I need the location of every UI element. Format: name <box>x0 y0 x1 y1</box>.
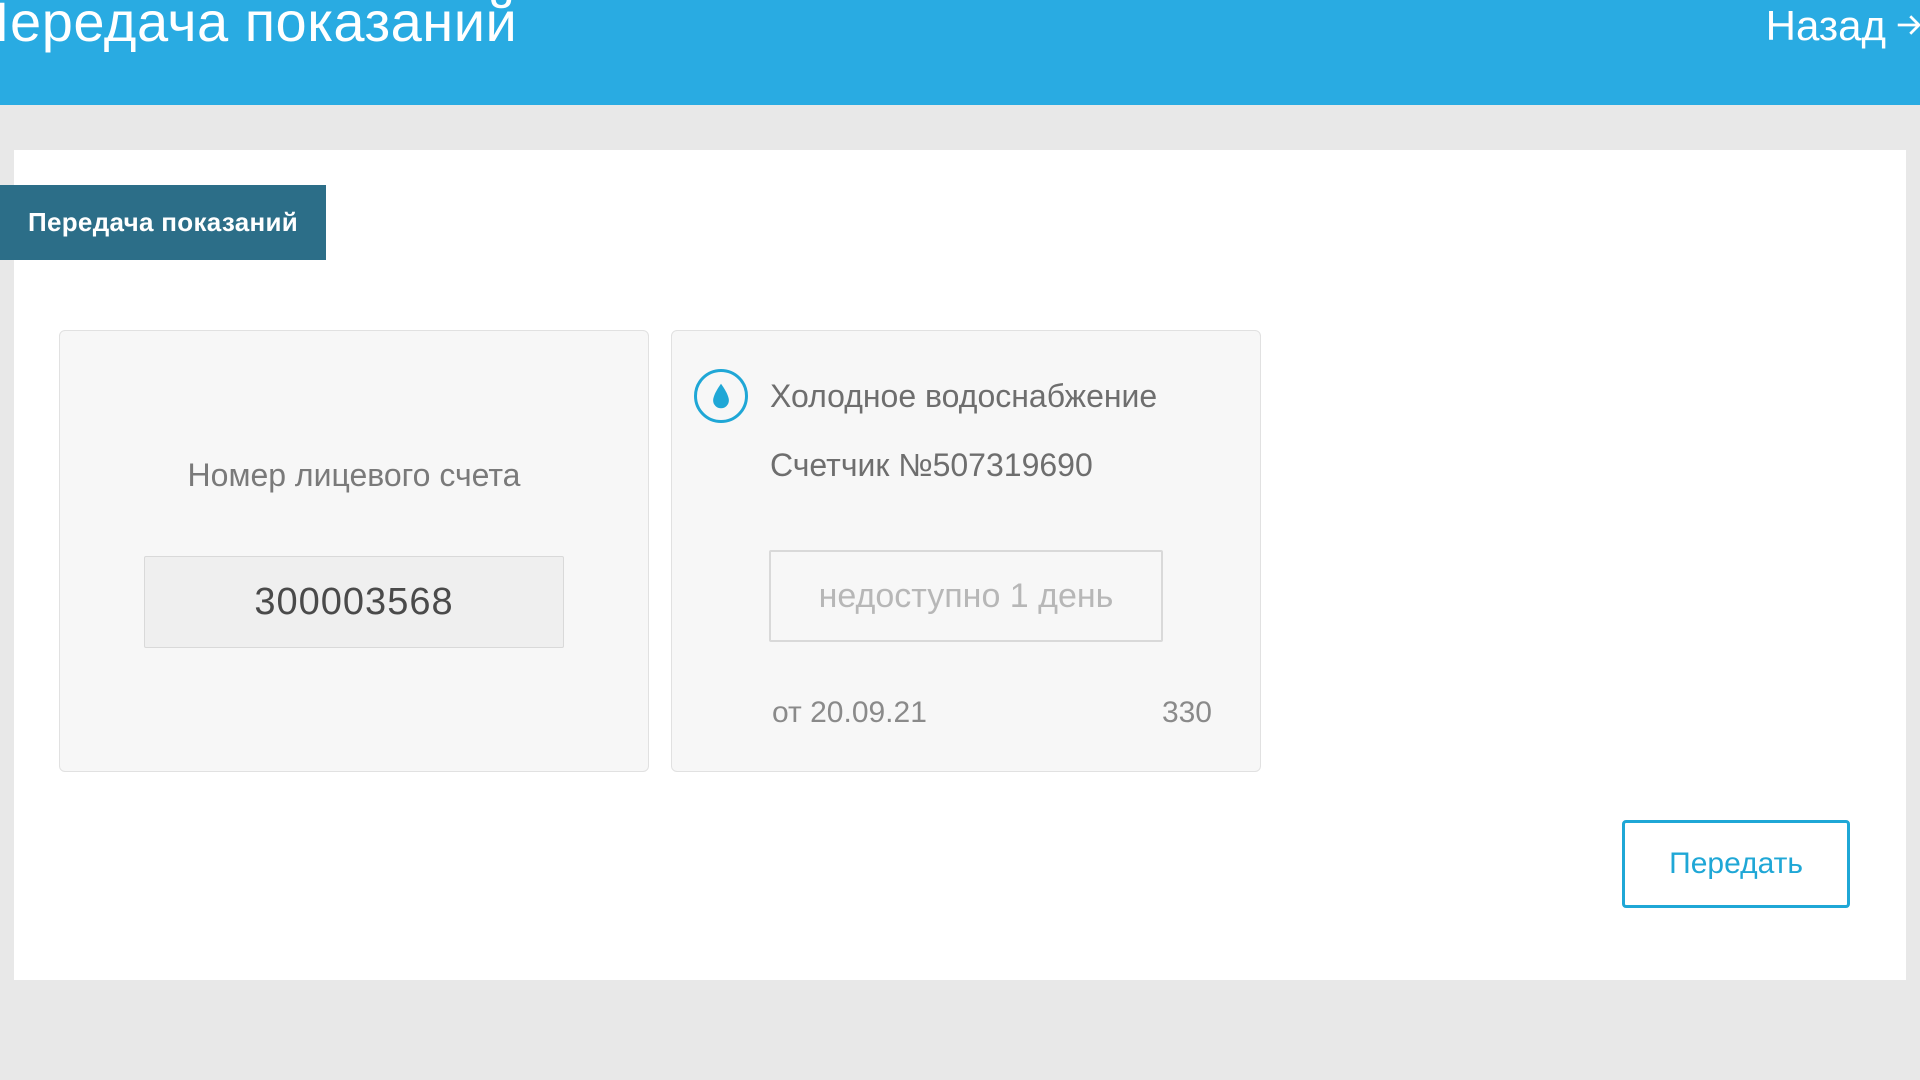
meter-card: Холодное водоснабжение Счетчик №50731969… <box>671 330 1261 772</box>
page-title: Іередача показаний <box>0 0 517 50</box>
back-label: Назад <box>1766 2 1886 50</box>
meter-last-value: 330 <box>1162 696 1212 730</box>
meter-number-prefix: Счетчик № <box>770 447 933 483</box>
back-button[interactable]: Назад <box>1766 2 1920 50</box>
meter-service-title: Холодное водоснабжение <box>770 378 1157 415</box>
meter-last-date-value: 20.09.21 <box>810 696 927 729</box>
meter-last-date-prefix: от <box>772 696 810 729</box>
meter-last-date: от 20.09.21 <box>772 696 927 730</box>
header-gap <box>0 105 1920 150</box>
page-header: Іередача показаний Назад <box>0 0 1920 105</box>
arrow-right-icon <box>1894 2 1920 50</box>
water-drop-icon <box>694 369 748 423</box>
submit-row: Передать <box>14 772 1906 908</box>
meter-reading-placeholder: недоступно 1 день <box>819 577 1114 616</box>
submit-button[interactable]: Передать <box>1622 820 1850 908</box>
account-label: Номер лицевого счета <box>84 457 624 494</box>
meter-header: Холодное водоснабжение <box>694 369 1236 423</box>
meter-number-label: Счетчик №507319690 <box>770 447 1236 484</box>
meter-reading-input[interactable]: недоступно 1 день <box>769 550 1163 642</box>
account-number-value: 300003568 <box>254 581 453 624</box>
main-panel: Передача показаний Номер лицевого счета … <box>14 150 1906 980</box>
meter-number: 507319690 <box>933 447 1093 483</box>
account-card: Номер лицевого счета 300003568 <box>59 330 649 772</box>
meter-footer: от 20.09.21 330 <box>772 696 1212 730</box>
tab-submit-readings[interactable]: Передача показаний <box>0 185 326 260</box>
account-number-field[interactable]: 300003568 <box>144 556 564 648</box>
